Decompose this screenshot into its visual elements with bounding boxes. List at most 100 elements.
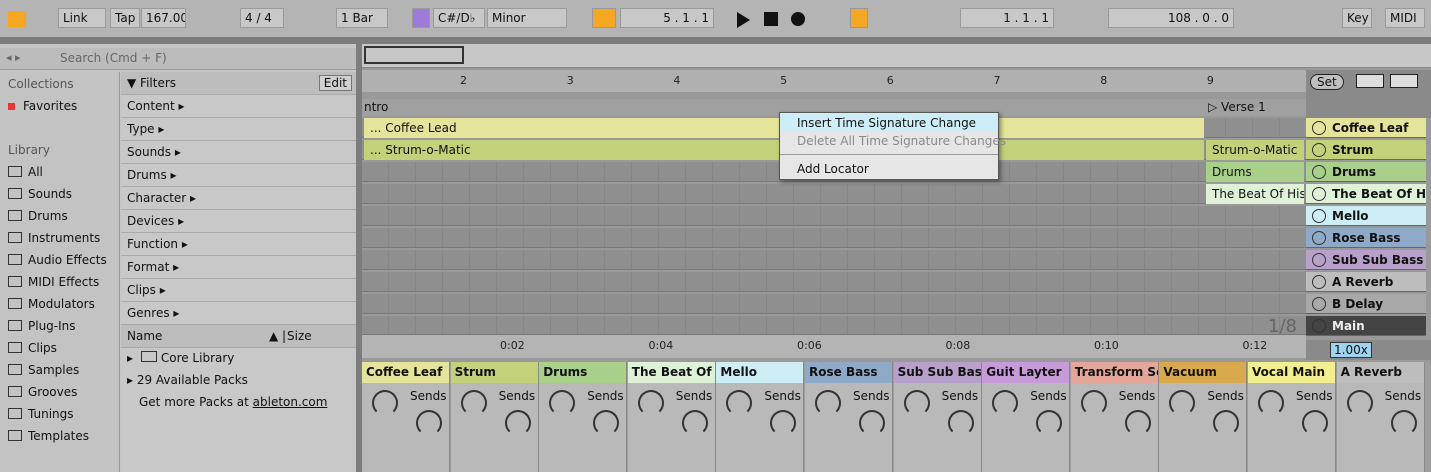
strip-name[interactable]: Strum (450, 362, 538, 383)
sidebar-item-instruments[interactable]: Instruments (8, 231, 100, 245)
track-lane[interactable] (362, 316, 1306, 336)
strip-name[interactable]: Rose Bass (805, 362, 892, 383)
scale-select[interactable]: Minor (487, 8, 567, 28)
filter-row-2[interactable]: Sounds ▸ (121, 141, 356, 164)
track-header-sub-sub-bass[interactable]: Sub Sub Bass (1306, 250, 1426, 270)
send-a-knob[interactable] (726, 390, 753, 416)
filter-row-7[interactable]: Format ▸ (121, 256, 356, 279)
track-play-icon[interactable] (1312, 319, 1326, 333)
send-a-knob[interactable] (1346, 390, 1373, 416)
play-icon[interactable] (737, 12, 750, 28)
session-clip[interactable]: The Beat Of Histo (1206, 184, 1304, 204)
edit-filters-button[interactable]: Edit (318, 75, 352, 91)
send-b-knob[interactable] (1124, 410, 1151, 436)
sidebar-item-all[interactable]: All (8, 165, 43, 179)
track-header-rose-bass[interactable]: Rose Bass (1306, 228, 1426, 248)
expand-icon[interactable] (1356, 74, 1384, 88)
send-b-knob[interactable] (416, 410, 442, 436)
list-item-packs[interactable]: ▸ 29 Available Packs (121, 369, 356, 392)
time-ruler[interactable]: 0:02 0:04 0:06 0:08 0:10 0:12 (362, 334, 1306, 358)
send-b-knob[interactable] (859, 410, 885, 436)
sidebar-item-sounds[interactable]: Sounds (8, 187, 72, 201)
track-play-icon[interactable] (1312, 275, 1326, 289)
ableton-link[interactable]: ableton.com (253, 395, 328, 409)
track-lane[interactable] (362, 294, 1306, 314)
sidebar-item-midi-effects[interactable]: MIDI Effects (8, 275, 99, 289)
stop-icon[interactable] (764, 12, 778, 26)
tap-button[interactable]: Tap (110, 8, 140, 28)
search-bar[interactable]: ◂ ▸ Search (Cmd + F) (0, 48, 356, 70)
filter-row-4[interactable]: Character ▸ (121, 187, 356, 210)
filter-row-8[interactable]: Clips ▸ (121, 279, 356, 302)
locator-verse-1[interactable]: ▷ Verse 1 (1208, 100, 1266, 114)
menu-add-locator[interactable]: Add Locator (780, 160, 998, 178)
strip-name[interactable]: Sub Sub Bass (893, 362, 981, 383)
strip-name[interactable]: Transform Se (1070, 362, 1158, 383)
send-b-knob[interactable] (1036, 410, 1063, 436)
track-play-icon[interactable] (1312, 253, 1326, 267)
filter-row-6[interactable]: Function ▸ (121, 233, 356, 256)
sidebar-item-grooves[interactable]: Grooves (8, 385, 77, 399)
sidebar-item-tunings[interactable]: Tunings (8, 407, 74, 421)
track-header-strum[interactable]: Strum (1306, 140, 1426, 160)
filter-row-3[interactable]: Drums ▸ (121, 164, 356, 187)
strip-name[interactable]: Vocal Main (1248, 362, 1335, 383)
lock-icon[interactable] (1390, 74, 1418, 88)
menu-insert-time-signature[interactable]: Insert Time Signature Change (780, 114, 998, 132)
track-header-coffee-leaf[interactable]: Coffee Leaf (1306, 118, 1426, 138)
strip-name[interactable]: Vacuum (1159, 362, 1247, 383)
sidebar-item-clips[interactable]: Clips (8, 341, 57, 355)
send-b-knob[interactable] (681, 410, 708, 436)
track-header-b-delay[interactable]: B Delay (1306, 294, 1426, 314)
sidebar-item-drums[interactable]: Drums (8, 209, 68, 223)
filter-row-0[interactable]: Content ▸ (121, 95, 356, 118)
midi-map-button[interactable]: MIDI (1385, 8, 1425, 28)
sidebar-item-favorites[interactable]: Favorites (8, 99, 77, 113)
track-play-icon[interactable] (1312, 209, 1326, 223)
strip-name[interactable]: Mello (716, 362, 804, 383)
strip-name[interactable]: Drums (539, 362, 627, 383)
link-button[interactable]: Link (58, 8, 106, 28)
track-play-icon[interactable] (1312, 143, 1326, 157)
session-clip[interactable]: Drums (1206, 162, 1304, 182)
send-a-knob[interactable] (1169, 390, 1196, 416)
send-b-knob[interactable] (770, 410, 797, 436)
set-button[interactable]: Set (1310, 74, 1344, 90)
name-header[interactable]: Name ▲ | Size (121, 325, 356, 348)
send-a-knob[interactable] (1080, 390, 1107, 416)
track-play-icon[interactable] (1312, 165, 1326, 179)
filter-row-1[interactable]: Type ▸ (121, 118, 356, 141)
back-icon[interactable]: ◂ ▸ (6, 51, 21, 64)
follow-button[interactable] (592, 8, 616, 28)
track-lane[interactable] (362, 250, 1306, 270)
track-lane[interactable] (362, 184, 1306, 204)
send-a-knob[interactable] (549, 390, 576, 416)
send-b-knob[interactable] (947, 410, 974, 436)
send-a-knob[interactable] (815, 390, 841, 416)
track-header-a-reverb[interactable]: A Reverb (1306, 272, 1426, 292)
loop-start-field[interactable]: 1 . 1 . 1 (960, 8, 1054, 28)
strip-name[interactable]: Coffee Leaf (362, 362, 449, 383)
beat-ruler[interactable]: 2 3 4 5 6 7 8 9 (362, 70, 1306, 92)
app-logo[interactable] (8, 11, 26, 27)
track-header-drums[interactable]: Drums (1306, 162, 1426, 182)
track-play-icon[interactable] (1312, 187, 1326, 201)
sidebar-item-plug-ins[interactable]: Plug-Ins (8, 319, 76, 333)
scale-mode-button[interactable] (412, 8, 430, 28)
list-item-core-library[interactable]: ▸ Core Library (121, 347, 356, 370)
track-play-icon[interactable] (1312, 231, 1326, 245)
sidebar-item-audio-effects[interactable]: Audio Effects (8, 253, 107, 267)
send-b-knob[interactable] (1390, 410, 1417, 436)
track-lane[interactable] (362, 228, 1306, 248)
strip-name[interactable]: The Beat Of H (627, 362, 715, 383)
track-header-mello[interactable]: Mello (1306, 206, 1426, 226)
send-a-knob[interactable] (992, 390, 1019, 416)
tempo-field[interactable]: 167.00 (141, 8, 186, 28)
record-icon[interactable] (791, 12, 805, 26)
send-a-knob[interactable] (1258, 390, 1284, 416)
time-signature-field[interactable]: 4 / 4 (240, 8, 284, 28)
sidebar-item-samples[interactable]: Samples (8, 363, 79, 377)
loop-length-field[interactable]: 108 . 0 . 0 (1108, 8, 1234, 28)
track-lane[interactable] (362, 206, 1306, 226)
automation-arm-button[interactable] (850, 8, 868, 28)
